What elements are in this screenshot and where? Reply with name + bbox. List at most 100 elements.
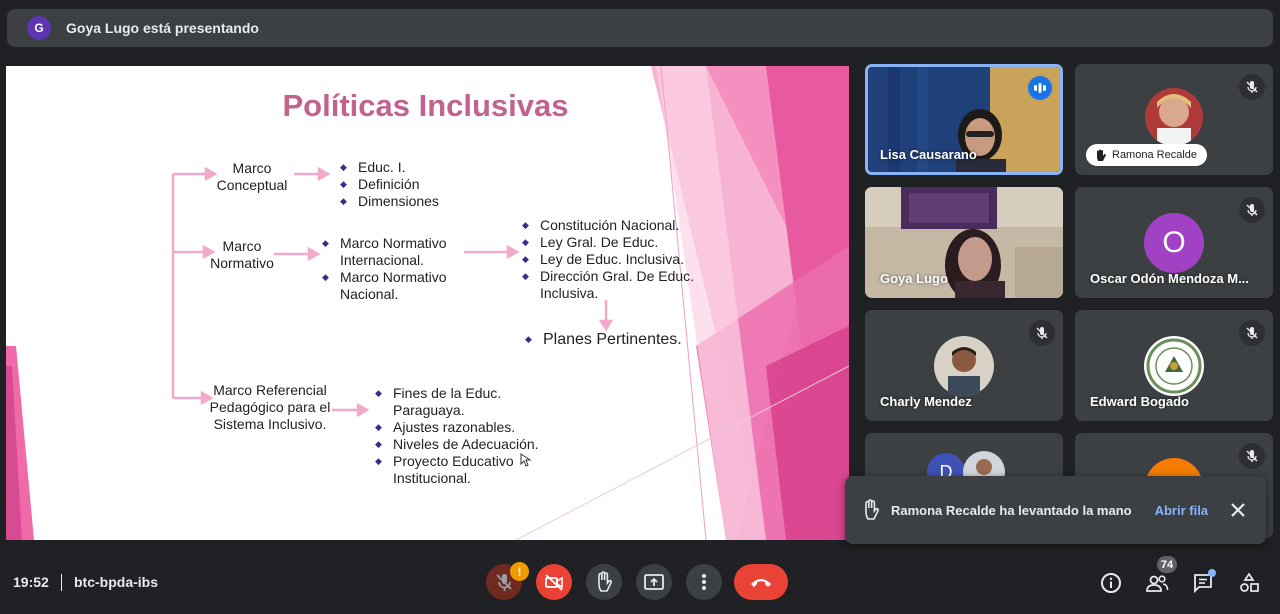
- participant-tile-charly[interactable]: Charly Mendez: [865, 310, 1063, 421]
- marco-conceptual-line-1: Marco: [232, 160, 272, 176]
- list-item: Planes Pertinentes.: [525, 331, 682, 348]
- mouse-cursor-icon: [520, 453, 532, 467]
- hang-up-icon: [751, 579, 771, 587]
- list-item-line: Proyecto Educativo: [393, 453, 514, 469]
- muted-indicator: [1239, 74, 1265, 100]
- list-normativo: Marco NormativoInternacional. Marco Norm…: [322, 235, 447, 303]
- participants-button[interactable]: [1144, 570, 1170, 596]
- list-item-line: Constitución Nacional.: [540, 217, 680, 233]
- list-item-line: Nacional.: [340, 286, 399, 302]
- more-options-button[interactable]: [686, 564, 722, 600]
- open-queue-link[interactable]: Abrir fila: [1155, 503, 1208, 518]
- raise-hand-button[interactable]: [586, 564, 622, 600]
- muted-indicator: [1239, 320, 1265, 346]
- list-referencial: Fines de la Educ.Paraguaya. Ajustes razo…: [375, 385, 539, 487]
- participant-tile-edward[interactable]: Edward Bogado: [1075, 310, 1273, 421]
- university-seal-icon: [1144, 336, 1204, 396]
- list-item: Ley Gral. De Educ.: [522, 234, 694, 251]
- participant-tile-lisa[interactable]: Lisa Causarano: [865, 64, 1063, 175]
- list-item-line: Ley de Educ. Inclusiva.: [540, 251, 684, 267]
- marco-normativo-line-2: Normativo: [210, 255, 274, 271]
- presenter-avatar: G: [27, 16, 51, 40]
- muted-indicator: [1239, 197, 1265, 223]
- avatar-photo-ramona: [1145, 88, 1203, 146]
- close-icon[interactable]: [1228, 500, 1248, 520]
- participant-tile-ramona[interactable]: Ramona Recalde: [1075, 64, 1273, 175]
- mic-off-icon: [1246, 81, 1258, 93]
- avatar: [1144, 336, 1204, 396]
- mic-off-icon: [1246, 450, 1258, 462]
- label-marco-normativo: Marco Normativo: [202, 238, 282, 272]
- list-item-line: Internacional.: [340, 252, 425, 268]
- meeting-details-button[interactable]: [1098, 570, 1124, 596]
- avatar: [1145, 88, 1203, 146]
- chat-unread-dot: [1208, 569, 1216, 577]
- presenting-text: Goya Lugo está presentando: [66, 20, 259, 36]
- participant-name: Edward Bogado: [1090, 394, 1189, 409]
- marco-normativo-line-1: Marco: [222, 238, 262, 254]
- meeting-code: btc-bpda-ibs: [74, 574, 158, 590]
- raised-hand-notification: Ramona Recalde ha levantado la mano Abri…: [845, 476, 1266, 544]
- clock: 19:52: [13, 574, 49, 590]
- participant-tile-goya[interactable]: Goya Lugo: [865, 187, 1063, 298]
- list-conceptual: Educ. I. Definición Dimensiones: [340, 159, 439, 210]
- label-marco-conceptual: Marco Conceptual: [206, 160, 298, 194]
- list-item-line: Niveles de Adecuación.: [393, 436, 539, 452]
- more-vert-icon: [702, 574, 706, 590]
- raised-hand-icon: [1097, 149, 1106, 161]
- list-item-line: Paraguaya.: [393, 402, 465, 418]
- raised-hand-icon: [865, 499, 879, 520]
- list-item: Niveles de Adecuación.: [375, 436, 539, 453]
- mic-off-icon: [1036, 327, 1048, 339]
- marco-referencial-line-1: Marco Referencial: [213, 382, 327, 398]
- participant-name: Goya Lugo: [880, 271, 948, 286]
- list-item: Dirección Gral. De Educ.Inclusiva.: [522, 268, 694, 302]
- participant-name: Oscar Odón Mendoza M...: [1090, 271, 1249, 286]
- list-item: Ajustes razonables.: [375, 419, 539, 436]
- list-item: Marco NormativoInternacional.: [322, 235, 447, 269]
- list-item-line: Dirección Gral. De Educ.: [540, 268, 695, 284]
- shapes-icon: [1240, 572, 1259, 592]
- list-item-line: Marco Normativo: [340, 235, 447, 251]
- marco-referencial-line-2: Pedagógico para el: [209, 399, 331, 415]
- people-icon: [1146, 575, 1169, 592]
- participant-tile-oscar[interactable]: O Oscar Odón Mendoza M...: [1075, 187, 1273, 298]
- info-icon: [1101, 573, 1121, 593]
- list-item: Definición: [340, 176, 439, 193]
- activities-button[interactable]: [1236, 570, 1262, 596]
- list-item: Educ. I.: [340, 159, 439, 176]
- camera-button[interactable]: [536, 564, 572, 600]
- hand-raised-chip: Ramona Recalde: [1086, 144, 1207, 166]
- avatar: O: [1144, 213, 1204, 273]
- list-item: Fines de la Educ.Paraguaya.: [375, 385, 539, 419]
- participant-name: Ramona Recalde: [1112, 149, 1197, 161]
- present-screen-button[interactable]: [636, 564, 672, 600]
- muted-indicator: [1239, 443, 1265, 469]
- bottom-control-bar: 19:52 btc-bpda-ibs ! 74: [0, 550, 1280, 614]
- present-screen-icon: [644, 574, 664, 590]
- list-item-line: Inclusiva.: [540, 285, 599, 301]
- list-item: Proyecto EducativoInstitucional.: [375, 453, 539, 487]
- list-legal: Constitución Nacional. Ley Gral. De Educ…: [522, 217, 694, 302]
- divider: [61, 574, 62, 591]
- presentation-slide: Políticas Inclusivas Marco Conceptual ◆ …: [6, 66, 849, 540]
- presenting-banner: G Goya Lugo está presentando: [7, 9, 1273, 47]
- speaking-indicator: [1028, 76, 1052, 100]
- marco-referencial-line-3: Sistema Inclusivo.: [213, 416, 327, 432]
- mic-off-icon: [1246, 327, 1258, 339]
- raised-hand-icon: [598, 571, 612, 592]
- list-planes: Planes Pertinentes.: [525, 331, 682, 348]
- leave-call-button[interactable]: [734, 564, 788, 600]
- marco-conceptual-line-2: Conceptual: [216, 177, 288, 193]
- muted-indicator: [1029, 320, 1055, 346]
- mic-off-icon: [1246, 204, 1258, 216]
- mic-warning-badge: !: [510, 562, 529, 581]
- audio-level-icon: [1034, 83, 1046, 93]
- list-item: Ley de Educ. Inclusiva.: [522, 251, 694, 268]
- participant-name: Charly Mendez: [880, 394, 972, 409]
- participant-name: Lisa Causarano: [880, 147, 977, 162]
- list-item-line: Ley Gral. De Educ.: [540, 234, 659, 250]
- avatar-photo-charly: [934, 336, 994, 396]
- list-item: Dimensiones: [340, 193, 439, 210]
- participants-count-badge: 74: [1157, 556, 1177, 573]
